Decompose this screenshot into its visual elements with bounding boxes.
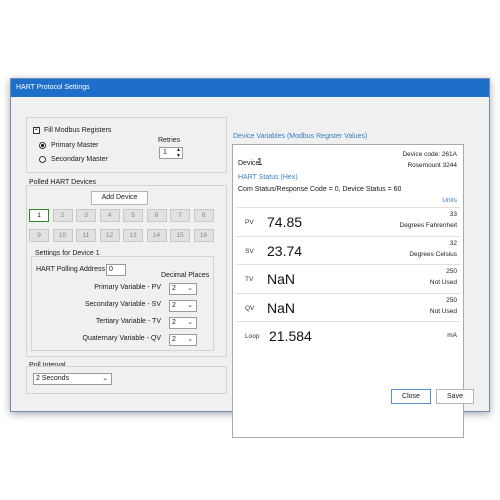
secondary-master-label: Secondary Master	[51, 156, 108, 163]
com-status-text: Com Status/Response Code = 0, Device Sta…	[238, 186, 402, 193]
device-button-8[interactable]: 8	[193, 209, 214, 222]
device-button-5[interactable]: 5	[123, 209, 143, 222]
unit-code: 33	[449, 211, 457, 218]
row-divider	[236, 235, 460, 237]
unit-name: Not Used	[429, 279, 457, 286]
row-divider	[236, 321, 460, 322]
device-button-14[interactable]: 14	[146, 229, 167, 242]
decimal-places-select[interactable]: 2 ⌄	[169, 334, 197, 346]
unit-name: Degrees Celsius	[409, 250, 457, 258]
chevron-down-icon: ⌄	[187, 319, 193, 326]
decimal-var-label: Primary Variable - PV	[94, 284, 161, 291]
chevron-down-icon: ⌄	[102, 375, 108, 382]
device-button-16[interactable]: 16	[193, 229, 214, 242]
hart-status-label: HART Status (Hex)	[238, 174, 298, 181]
variable-value: 21.584	[269, 328, 312, 344]
hart-settings-window: HART Protocol Settings Fill Modbus Regis…	[10, 78, 490, 438]
unit-code: 250	[446, 296, 457, 304]
variable-label: SV	[245, 247, 254, 255]
units-header: Units	[442, 197, 457, 204]
retries-label: Retries	[158, 137, 181, 144]
decimal-places-select[interactable]: 2 ⌄	[169, 283, 197, 295]
fill-modbus-label: Fill Modbus Registers	[44, 127, 112, 134]
decimal-places-value: 2	[172, 285, 176, 292]
row-divider	[236, 264, 460, 265]
device-button-11[interactable]: 11	[76, 229, 96, 242]
primary-master-radio[interactable]	[39, 142, 46, 149]
device-button-13[interactable]: 13	[123, 229, 143, 242]
decimal-places-select[interactable]: 2 ⌄	[169, 317, 197, 329]
retries-value: 1	[163, 149, 167, 156]
row-divider	[236, 292, 460, 294]
decimal-places-select[interactable]: 2 ⌄	[169, 300, 197, 312]
unit-code: 250	[446, 268, 457, 275]
device-vars-title: Device Variables (Modbus Register Values…	[233, 133, 368, 140]
unit-name: mA	[447, 332, 457, 339]
variable-value: 23.74	[267, 242, 303, 259]
chevron-down-icon: ⌄	[187, 285, 193, 292]
row-divider	[236, 207, 460, 208]
close-button[interactable]: Close	[391, 389, 431, 404]
save-button[interactable]: Save	[436, 389, 474, 404]
variable-value: NaN	[267, 299, 296, 316]
unit-name: Degrees Fahrenheit	[399, 222, 457, 229]
device-button-7[interactable]: 7	[170, 209, 190, 222]
device-button-12[interactable]: 12	[99, 229, 120, 242]
device-button-10[interactable]: 10	[52, 229, 73, 242]
device-number: 1	[257, 157, 263, 168]
variable-label: TV	[245, 276, 254, 283]
decimal-places-label: Decimal Places	[161, 272, 210, 279]
decimal-places-value: 2	[172, 336, 176, 343]
unit-code: 32	[449, 239, 457, 247]
variable-label: PV	[245, 219, 254, 226]
decimal-var-label: Secondary Variable - SV	[84, 301, 161, 308]
fill-modbus-checkbox[interactable]	[33, 125, 40, 134]
decimal-var-label: Quaternary Variable - QV	[82, 335, 161, 342]
primary-master-label: Primary Master	[51, 142, 99, 149]
chevron-down-icon: ⌄	[187, 336, 193, 343]
retries-stepper[interactable]: 1 ▲ ▼	[159, 147, 183, 159]
polling-address-label: HART Polling Address	[36, 266, 105, 273]
poll-interval-select[interactable]: 2 Seconds ⌄	[33, 373, 112, 385]
device-button-15[interactable]: 15	[170, 229, 190, 242]
add-device-button[interactable]: Add Device	[91, 191, 148, 205]
decimal-places-value: 2	[172, 319, 176, 326]
device-manufacturer: Rosemount 3244	[407, 162, 457, 169]
variable-label: QV	[245, 304, 255, 312]
secondary-master-radio[interactable]	[39, 156, 46, 163]
unit-name: Not Used	[429, 307, 457, 315]
device-button-1[interactable]: 1	[29, 209, 49, 222]
variable-label: Loop	[245, 333, 260, 340]
poll-interval-value: 2 Seconds	[36, 375, 70, 382]
device-button-4[interactable]: 4	[99, 209, 120, 222]
variable-value: 74.85	[267, 214, 303, 230]
window-title: HART Protocol Settings	[11, 79, 489, 97]
chevron-down-icon: ⌄	[187, 302, 193, 309]
device-button-9[interactable]: 9	[29, 229, 49, 242]
polling-address-input[interactable]: 0	[106, 264, 126, 276]
variable-value: NaN	[267, 271, 296, 287]
device-button-3[interactable]: 3	[76, 209, 96, 222]
device-code: Device code: 261A	[402, 151, 457, 158]
stepper-arrows-icon[interactable]: ▲ ▼	[176, 147, 181, 159]
device-button-2[interactable]: 2	[52, 209, 73, 222]
device-button-6[interactable]: 6	[146, 209, 167, 222]
decimal-places-value: 2	[172, 302, 176, 309]
decimal-var-label: Tertiary Variable - TV	[95, 318, 161, 325]
